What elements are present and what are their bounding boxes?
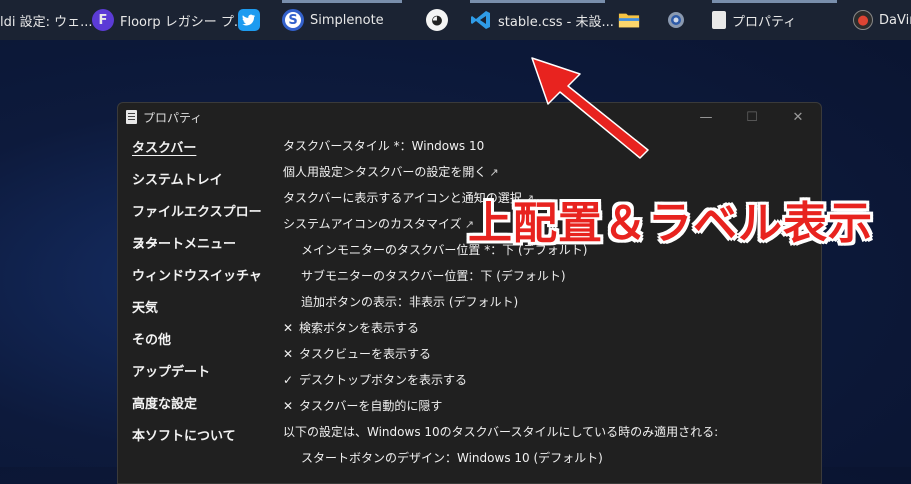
link-label: システムアイコンのカスタマイズ — [283, 217, 462, 231]
setting-extra-buttons[interactable]: 追加ボタンの表示：非表示 (デフォルト) — [283, 289, 821, 315]
sidebar-item-label: タスクバー — [132, 141, 197, 156]
close-button[interactable]: ✕ — [775, 103, 821, 131]
file-explorer-icon — [618, 9, 640, 31]
sidebar-item-label: スタートメニュー — [132, 237, 237, 252]
sidebar-item-other[interactable]: その他 — [118, 325, 273, 357]
taskbar-item-floorp[interactable]: F Floorp レガシー プ... — [92, 0, 246, 40]
sidebar: タスクバー システムトレイ ファイルエクスプローラー スタートメニュー ウィンド… — [118, 133, 273, 453]
toggle-label: タスクバーを自動的に隠す — [299, 399, 443, 413]
properties-window: プロパティ — ☐ ✕ タスクバー システムトレイ ファイルエクスプローラー ス… — [117, 102, 822, 484]
setting-label: タスクバースタイル *：Windows 10 — [283, 139, 485, 153]
unchecked-icon: ✕ — [283, 321, 294, 335]
taskbar-item-label: Floorp レガシー プ... — [120, 14, 247, 30]
toggle-autohide[interactable]: ✕ タスクバーを自動的に隠す — [283, 393, 821, 419]
settings-list: タスクバースタイル *：Windows 10 個人用設定＞タスクバーの設定を開く… — [283, 133, 821, 471]
vscode-icon — [470, 9, 492, 31]
sidebar-item-taskbar[interactable]: タスクバー — [118, 133, 273, 165]
setting-taskbar-style[interactable]: タスクバースタイル *：Windows 10 — [283, 133, 821, 159]
taskbar-item-davinci[interactable]: ● DaVin — [853, 0, 911, 40]
unchecked-icon: ✕ — [283, 399, 294, 413]
toggle-desktop-button[interactable]: ✓ デスクトップボタンを表示する — [283, 367, 821, 393]
toggle-task-view[interactable]: ✕ タスクビューを表示する — [283, 341, 821, 367]
sidebar-item-weather[interactable]: 天気 — [118, 293, 273, 325]
sidebar-item-window-switcher[interactable]: ウィンドウスイッチャー — [118, 261, 273, 316]
unchecked-icon: ✕ — [283, 347, 294, 361]
sidebar-item-file-explorer[interactable]: ファイルエクスプローラー — [118, 197, 273, 252]
toggle-search-button[interactable]: ✕ 検索ボタンを表示する — [283, 315, 821, 341]
link-label: 個人用設定＞タスクバーの設定を開く — [283, 165, 487, 179]
setting-label: サブモニターのタスクバー位置：下 (デフォルト) — [301, 269, 566, 283]
sidebar-item-label: アップデート — [132, 365, 211, 380]
taskbar-item-label: DaVin — [879, 12, 911, 28]
cat-app-icon: ◕ — [426, 9, 448, 31]
title-bar[interactable]: プロパティ — ☐ ✕ — [118, 103, 821, 131]
taskbar-item-simplenote[interactable]: S Simplenote — [282, 0, 402, 40]
floorp-icon: F — [92, 9, 114, 31]
taskbar-item-twitter[interactable] — [238, 0, 264, 40]
settings-gear-icon — [665, 9, 687, 31]
sidebar-item-advanced[interactable]: 高度な設定 — [118, 389, 273, 421]
minimize-button[interactable]: — — [683, 103, 729, 131]
properties-icon — [126, 110, 137, 124]
sidebar-item-update[interactable]: アップデート — [118, 357, 273, 389]
davinci-icon: ● — [853, 10, 873, 30]
taskbar-item-settings[interactable] — [665, 0, 691, 40]
section-note: 以下の設定は、Windows 10のタスクバースタイルにしている時のみ適用される… — [283, 419, 821, 445]
simplenote-icon: S — [282, 9, 304, 31]
sidebar-item-label: 本ソフトについて — [132, 429, 236, 444]
taskbar-item-vscode[interactable]: stable.css - 未設... — [470, 0, 614, 40]
setting-label: 追加ボタンの表示：非表示 (デフォルト) — [301, 295, 519, 309]
toggle-label: デスクトップボタンを表示する — [299, 373, 468, 387]
toggle-label: 検索ボタンを表示する — [299, 321, 420, 335]
toggle-label: タスクビューを表示する — [299, 347, 432, 361]
sidebar-item-label: 天気 — [132, 301, 159, 316]
setting-label: スタートボタンのデザイン：Windows 10 (デフォルト) — [301, 451, 603, 465]
twitter-icon — [238, 9, 260, 31]
sidebar-item-start-menu[interactable]: スタートメニュー — [118, 229, 273, 261]
taskbar-item-label: プロパティ — [732, 14, 797, 30]
setting-start-button-design[interactable]: スタートボタンのデザイン：Windows 10 (デフォルト) — [283, 445, 821, 471]
setting-sub-monitor-position[interactable]: サブモニターのタスクバー位置：下 (デフォルト) — [283, 263, 821, 289]
taskbar-item-label: Simplenote — [310, 12, 384, 28]
link-open-taskbar-settings[interactable]: 個人用設定＞タスクバーの設定を開く ↗ — [283, 159, 821, 185]
sidebar-item-label: その他 — [132, 333, 172, 348]
taskbar: ldi 設定: ウェ... F Floorp レガシー プ... S Simpl… — [0, 0, 911, 40]
taskbar-item-label: stable.css - 未設... — [498, 14, 614, 30]
sidebar-item-label: 高度な設定 — [132, 397, 198, 412]
properties-icon — [712, 11, 726, 29]
taskbar-item-cat-app[interactable]: ◕ — [426, 0, 452, 40]
external-link-icon: ↗ — [489, 166, 499, 179]
taskbar-item-explorer[interactable] — [618, 0, 644, 40]
taskbar-item-properties[interactable]: プロパティ — [712, 0, 837, 40]
sidebar-item-system-tray[interactable]: システムトレイ — [118, 165, 273, 197]
check-icon: ✓ — [283, 373, 294, 387]
annotation-label: 上配置＆ラベル表示 — [468, 198, 873, 249]
note-text: 以下の設定は、Windows 10のタスクバースタイルにしている時のみ適用される… — [283, 425, 719, 439]
sidebar-item-label: システムトレイ — [132, 173, 223, 188]
taskbar-item-label: ldi 設定: ウェ... — [0, 14, 93, 30]
window-title: プロパティ — [143, 110, 203, 125]
maximize-button[interactable]: ☐ — [729, 103, 775, 131]
sidebar-item-about[interactable]: 本ソフトについて — [118, 421, 273, 453]
taskbar-item-vivaldi[interactable]: ldi 設定: ウェ... — [0, 0, 93, 40]
